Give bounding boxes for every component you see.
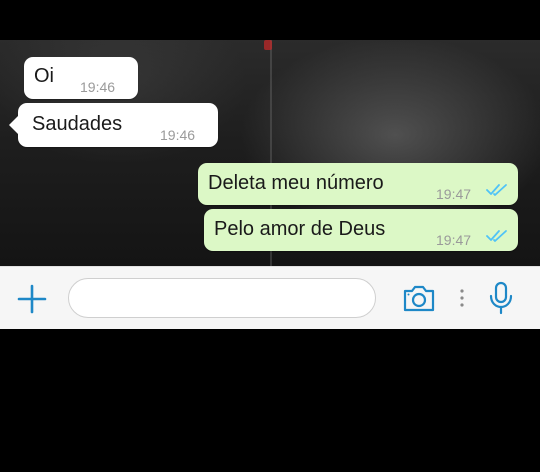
- message-time: 19:46: [160, 127, 196, 143]
- microphone-icon[interactable]: [488, 281, 514, 315]
- message-input[interactable]: [68, 278, 376, 318]
- message-bubble-incoming[interactable]: Oi 19:46: [24, 57, 138, 99]
- read-ticks-icon: [486, 184, 507, 196]
- bubble-tail: [9, 115, 19, 135]
- message-text: Deleta meu número: [208, 172, 384, 194]
- plus-icon[interactable]: [16, 283, 48, 315]
- more-dots-icon[interactable]: [459, 287, 465, 309]
- message-time: 19:47: [436, 186, 472, 202]
- message-text: Oi: [34, 65, 54, 87]
- message-time: 19:47: [436, 232, 472, 248]
- phone-screen: Oi 19:46 Saudades 19:46 Deleta meu númer…: [0, 0, 540, 472]
- camera-icon[interactable]: [402, 283, 436, 313]
- message-bubble-incoming[interactable]: Saudades 19:46: [9, 103, 218, 147]
- message-text: Pelo amor de Deus: [214, 218, 386, 240]
- message-bubble-outgoing[interactable]: Deleta meu número 19:47: [198, 163, 518, 205]
- message-text: Saudades: [32, 113, 123, 135]
- composer-bar: [0, 266, 540, 329]
- wallpaper-spot: [264, 40, 272, 50]
- read-ticks-icon: [486, 230, 507, 242]
- chat-area[interactable]: Oi 19:46 Saudades 19:46 Deleta meu númer…: [0, 40, 540, 266]
- message-bubble-outgoing[interactable]: Pelo amor de Deus 19:47: [204, 209, 518, 251]
- message-time: 19:46: [80, 79, 116, 95]
